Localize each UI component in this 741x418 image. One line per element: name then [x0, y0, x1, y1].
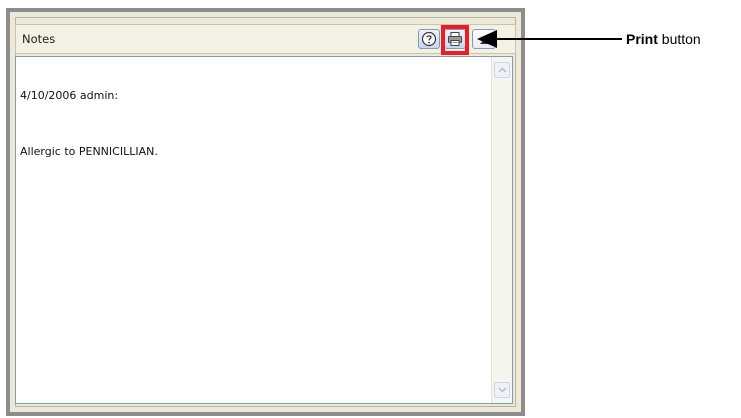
notes-header-bar: Notes — [15, 24, 516, 55]
callout-label-rest: button — [657, 31, 701, 47]
help-icon — [421, 31, 437, 47]
chevron-up-icon — [498, 67, 506, 73]
panel-title: Notes — [22, 32, 56, 46]
callout-label: Print button — [626, 31, 701, 47]
help-button[interactable] — [418, 29, 440, 49]
notes-content: 4/10/2006 admin: Allergic to PENNICILLIA… — [20, 61, 486, 187]
print-button-highlight — [441, 25, 469, 55]
notes-header-line: 4/10/2006 admin: — [20, 89, 119, 102]
callout-line — [482, 38, 622, 40]
notes-panel: Notes 4/10/2006 admin: Allergic to PENNI… — [6, 8, 525, 416]
notes-textarea[interactable]: 4/10/2006 admin: Allergic to PENNICILLIA… — [15, 56, 513, 404]
scroll-up-button[interactable] — [494, 62, 510, 78]
chevron-down-icon — [498, 387, 506, 393]
vertical-scrollbar[interactable] — [491, 57, 512, 403]
callout-label-bold: Print — [626, 31, 658, 47]
notes-body-line: Allergic to PENNICILLIAN. — [20, 145, 158, 158]
scroll-down-button[interactable] — [494, 382, 510, 398]
callout-arrowhead — [477, 30, 497, 48]
